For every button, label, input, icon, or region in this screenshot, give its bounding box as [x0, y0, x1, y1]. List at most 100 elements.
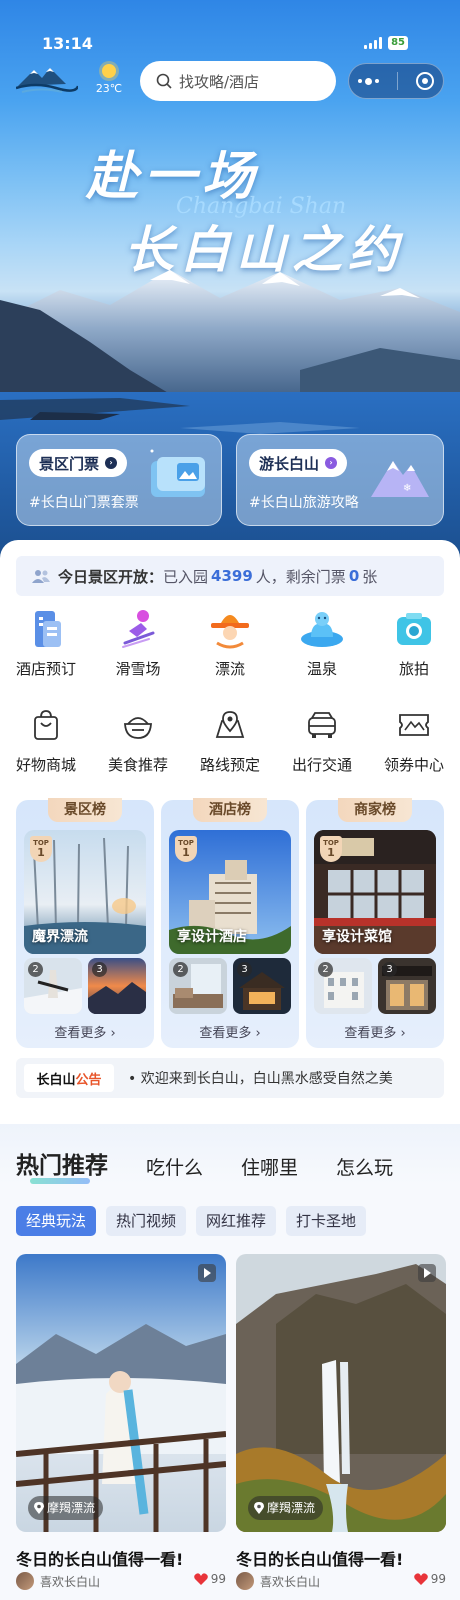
search-placeholder: 找攻略/酒店: [179, 72, 260, 91]
post-location-text: 摩羯漂流: [47, 1501, 96, 1515]
weather-temp: 23℃: [95, 82, 123, 95]
chip-influencer[interactable]: 网红推荐: [196, 1206, 277, 1236]
ranking-more-link[interactable]: 查看更多 ›: [306, 1022, 444, 1041]
ranking-top-item[interactable]: TOP 1 魔界漂流: [24, 830, 146, 954]
more-menu-icon[interactable]: [358, 77, 379, 85]
miniprogram-capsule: [348, 63, 444, 99]
service-label: 美食推荐: [107, 756, 168, 774]
service-hotel[interactable]: 酒店预订: [6, 606, 86, 679]
post-card[interactable]: 摩羯漂流 冬日的长白山值得一看! 喜欢长白山 99: [236, 1254, 446, 1590]
tab-play[interactable]: 怎么玩: [336, 1153, 393, 1180]
ranking-top-name: 享设计菜馆: [322, 929, 392, 945]
camera-icon: [397, 613, 431, 645]
capsule-divider: [397, 72, 398, 90]
service-route[interactable]: 路线预定: [190, 702, 270, 775]
heart-icon: [413, 1573, 428, 1585]
tickets-label: 景区门票: [39, 454, 100, 473]
rank-number: 3: [237, 962, 252, 977]
rank-number: 2: [28, 962, 43, 977]
announcement-bar[interactable]: 长白山 公告 • 欢迎来到长白山，白山黑水感受自然之美: [16, 1058, 444, 1098]
service-label: 滑雪场: [115, 660, 161, 678]
service-photo[interactable]: 旅拍: [374, 606, 454, 679]
post-image[interactable]: 摩羯漂流: [236, 1254, 446, 1532]
service-transport[interactable]: 出行交通: [282, 702, 362, 775]
battery-indicator: 85: [388, 36, 408, 50]
services-row-1: 酒店预订 滑雪场 漂流 温泉 旅拍: [0, 606, 460, 679]
video-play-icon: [418, 1264, 436, 1282]
main-panel: 今日景区开放： 已入园 4399 人， 剩余门票 0 张 酒店预订 滑雪场 漂流…: [0, 540, 460, 1600]
travel-guide-card[interactable]: 游长白山 › #长白山旅游攻略 ❄: [236, 434, 444, 526]
service-coupon[interactable]: 领券中心: [374, 702, 454, 775]
service-mall[interactable]: 好物商城: [6, 702, 86, 775]
top1-badge: TOP 1: [320, 836, 342, 862]
post-author[interactable]: 喜欢长白山: [236, 1572, 320, 1590]
ranking-item-3[interactable]: 3: [378, 958, 436, 1014]
tab-hot[interactable]: 热门推荐: [16, 1146, 108, 1184]
rank-number: 1: [37, 846, 45, 859]
arrow-right-icon: ›: [105, 457, 118, 469]
service-hot-spring[interactable]: 温泉: [282, 606, 362, 679]
search-input[interactable]: 找攻略/酒店: [140, 61, 336, 101]
location-pin-icon: [34, 1502, 44, 1514]
chip-classic[interactable]: 经典玩法: [16, 1206, 97, 1236]
post-image[interactable]: 摩羯漂流: [16, 1254, 226, 1532]
ranking-more-link[interactable]: 查看更多 ›: [16, 1022, 154, 1041]
rafting-icon: [211, 615, 249, 649]
avatar: [16, 1572, 34, 1590]
post-location: 摩羯漂流: [28, 1496, 104, 1520]
service-rafting[interactable]: 漂流: [190, 606, 270, 679]
post-likes[interactable]: 99: [413, 1572, 446, 1586]
ranking-hotel: 酒店榜 TOP 1 享设计酒店 2 3 查看更多 ›: [161, 798, 299, 1048]
heart-icon: [193, 1573, 208, 1585]
status-time: 13:14: [42, 34, 93, 53]
tab-eat[interactable]: 吃什么: [146, 1153, 203, 1180]
ranking-more-link[interactable]: 查看更多 ›: [161, 1022, 299, 1041]
tickets-pill[interactable]: 景区门票 ›: [29, 449, 128, 477]
ranking-top-item[interactable]: TOP 1 享设计菜馆: [314, 830, 436, 954]
post-likes-count: 99: [210, 1572, 226, 1586]
service-ski[interactable]: 滑雪场: [98, 606, 178, 679]
post-card[interactable]: 摩羯漂流 冬日的长白山值得一看! 喜欢长白山 99: [16, 1254, 226, 1590]
service-food[interactable]: 美食推荐: [98, 702, 178, 775]
waterfall-photo: [236, 1254, 446, 1532]
service-label: 酒店预订: [15, 660, 76, 678]
location-pin-icon: [254, 1502, 264, 1514]
shopping-bag-icon: [34, 710, 58, 740]
post-likes[interactable]: 99: [193, 1572, 226, 1586]
ranking-item-2[interactable]: 2: [314, 958, 372, 1014]
ranking-item-3[interactable]: 3: [233, 958, 291, 1014]
food-bowl-icon: [124, 717, 152, 739]
ranking-top-name: 享设计酒店: [177, 929, 247, 945]
top1-badge: TOP 1: [175, 836, 197, 862]
travel-guide-label: 游长白山: [259, 454, 320, 473]
status-indicators: 85: [364, 36, 408, 50]
post-author[interactable]: 喜欢长白山: [16, 1572, 100, 1590]
ranking-header: 景区榜: [48, 798, 122, 822]
tab-stay[interactable]: 住哪里: [241, 1153, 298, 1180]
car-icon: [308, 712, 336, 738]
close-miniprogram-icon[interactable]: [416, 72, 434, 90]
post-likes-count: 99: [430, 1572, 446, 1586]
snow-girl-photo: [16, 1254, 226, 1532]
announcement-tag: 公告: [75, 1072, 102, 1088]
map-pin-icon: [215, 711, 245, 738]
hotel-icon: [35, 611, 61, 647]
remain-suffix: 张: [362, 567, 378, 586]
service-label: 领券中心: [383, 756, 444, 774]
tickets-card[interactable]: 景区门票 › #长白山门票套票: [16, 434, 222, 526]
hot-spring-icon: [301, 612, 343, 647]
chip-checkin[interactable]: 打卡圣地: [286, 1206, 367, 1236]
ranking-top-item[interactable]: TOP 1 享设计酒店: [169, 830, 291, 954]
ranking-merchant: 商家榜 TOP 1 享设计菜馆 2 3 查看更多 ›: [306, 798, 444, 1048]
ranking-item-3[interactable]: 3: [88, 958, 146, 1014]
chip-video[interactable]: 热门视频: [106, 1206, 187, 1236]
notice-label: 今日景区开放：: [58, 567, 164, 586]
feed-tabs: 热门推荐 吃什么 住哪里 怎么玩: [16, 1146, 393, 1184]
entered-suffix: 人，: [255, 567, 286, 586]
ranking-item-2[interactable]: 2: [24, 958, 82, 1014]
ranking-item-2[interactable]: 2: [169, 958, 227, 1014]
video-play-icon: [198, 1264, 216, 1282]
announcement-brand: 长白山: [36, 1072, 76, 1088]
travel-guide-pill[interactable]: 游长白山 ›: [249, 449, 348, 477]
rank-number: 2: [173, 962, 188, 977]
